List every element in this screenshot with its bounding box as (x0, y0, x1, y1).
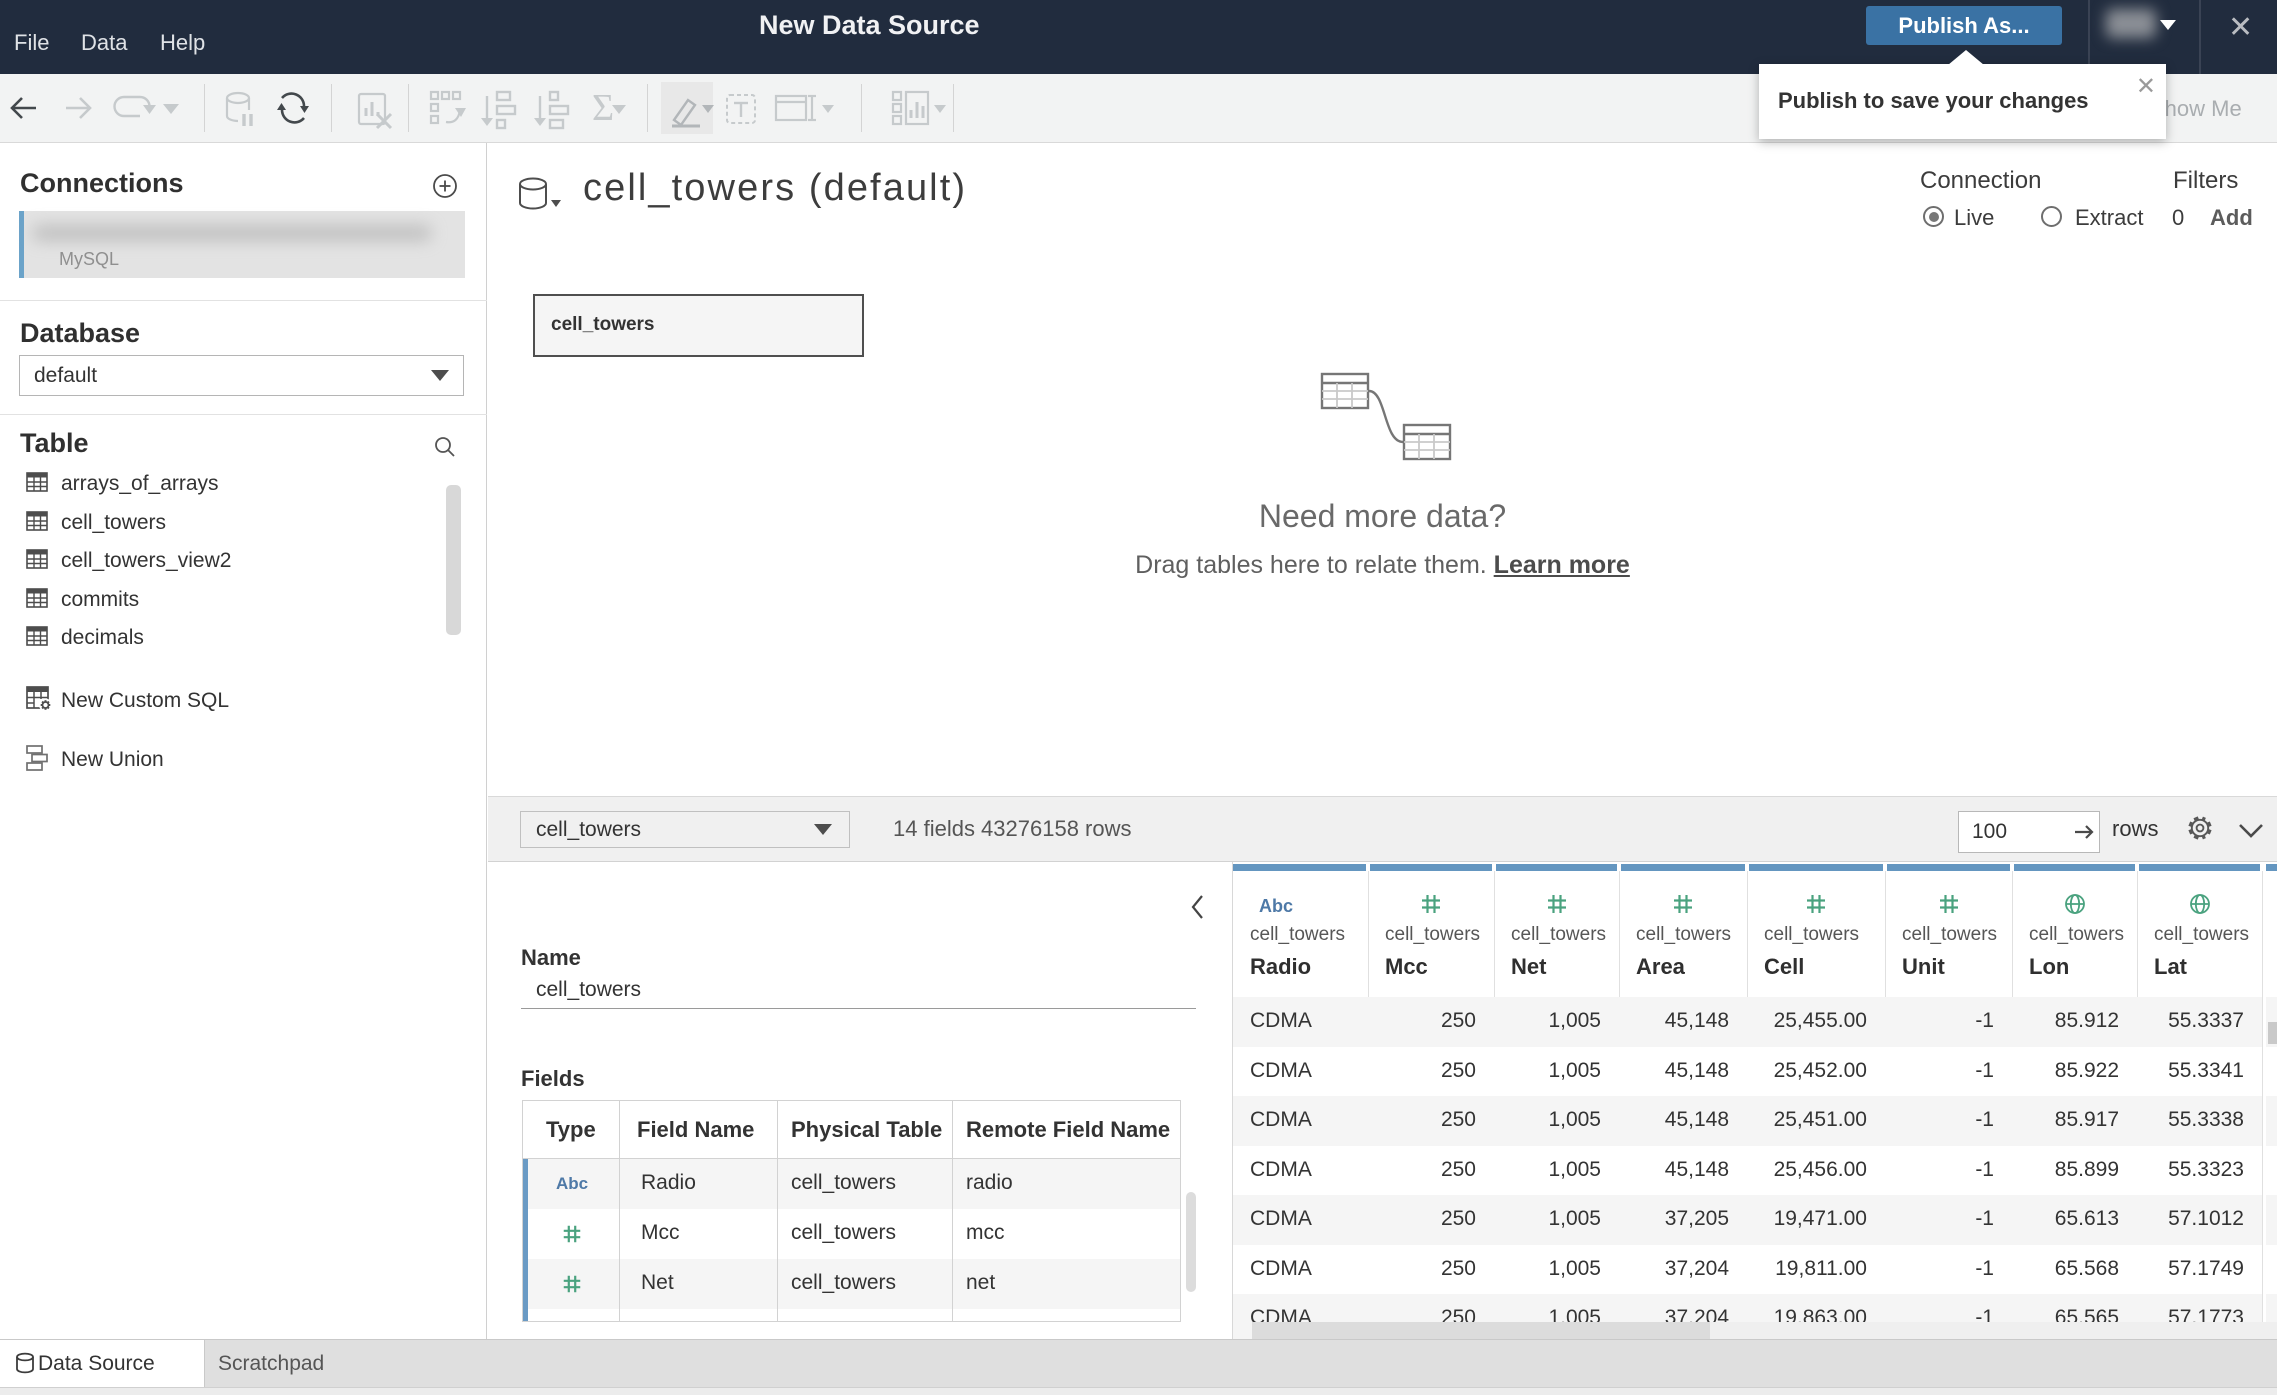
svg-text:Σ: Σ (592, 87, 614, 129)
